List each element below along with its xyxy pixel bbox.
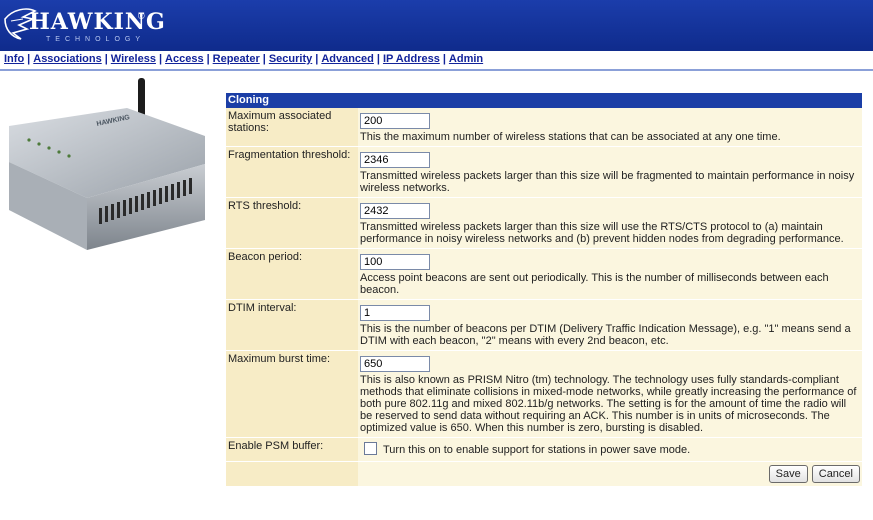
nav-separator: | (262, 53, 266, 65)
field-label: Enable PSM buffer: (226, 437, 358, 462)
field-row: Maximum burst time: This is also known a… (226, 350, 862, 438)
field-row: Fragmentation threshold: Transmitted wir… (226, 146, 862, 198)
nav-separator: | (206, 53, 210, 65)
settings-table: Maximum associated stations: This the ma… (226, 108, 862, 486)
nav-repeater[interactable]: Repeater (213, 53, 260, 65)
nav-advanced[interactable]: Advanced (321, 53, 374, 65)
nav-admin[interactable]: Admin (449, 53, 483, 65)
field-label: Beacon period: (226, 248, 358, 300)
router-image: HAWKING (5, 78, 210, 253)
beacon-period-input[interactable] (360, 254, 430, 270)
header-banner: HAWKING ® TECHNOLOGY (0, 0, 873, 51)
button-row: Save Cancel (226, 461, 862, 486)
nav-separator: | (27, 53, 31, 65)
nav-wireless[interactable]: Wireless (111, 53, 156, 65)
save-button[interactable]: Save (768, 465, 808, 483)
psm-buffer-checkbox[interactable] (364, 442, 377, 455)
field-row: DTIM interval: This is the number of bea… (226, 299, 862, 351)
field-description: Transmitted wireless packets larger than… (360, 221, 844, 245)
nav-associations[interactable]: Associations (33, 53, 101, 65)
top-nav: Info | Associations | Wireless | Access | Repeat… (0, 51, 873, 71)
nav-ip-address[interactable]: IP Address (383, 53, 440, 65)
field-description: This is the number of beacons per DTIM (… (360, 323, 851, 347)
field-row: Beacon period: Access point beacons are … (226, 248, 862, 300)
nav-separator: | (315, 53, 319, 65)
field-label: DTIM interval: (226, 299, 358, 351)
registered-mark: ® (138, 11, 145, 21)
field-label: Maximum burst time: (226, 350, 358, 438)
nav-info[interactable]: Info (4, 53, 24, 65)
brand-subtitle: TECHNOLOGY (46, 36, 146, 43)
nav-separator: | (104, 53, 108, 65)
field-row: Maximum associated stations: This the ma… (226, 108, 862, 147)
hawking-logo: HAWKING ® TECHNOLOGY (3, 3, 166, 47)
section-title: Cloning (226, 93, 862, 108)
field-row: Enable PSM buffer: Turn this on to enabl… (226, 437, 862, 462)
cancel-button[interactable]: Cancel (811, 465, 860, 483)
max-stations-input[interactable] (360, 113, 430, 129)
brand-name: HAWKING (29, 9, 166, 35)
nav-security[interactable]: Security (269, 53, 312, 65)
rts-threshold-input[interactable] (360, 203, 430, 219)
field-description: Access point beacons are sent out period… (360, 272, 829, 296)
nav-separator: | (442, 53, 446, 65)
psm-checkbox-label: Turn this on to enable support for stati… (383, 444, 691, 456)
field-description: This the maximum number of wireless stat… (360, 131, 781, 143)
field-description: Transmitted wireless packets larger than… (360, 170, 855, 194)
field-row: RTS threshold: Transmitted wireless pack… (226, 197, 862, 249)
dtim-interval-input[interactable] (360, 305, 430, 321)
field-description: This is also known as PRISM Nitro (tm) t… (360, 374, 857, 434)
nav-separator: | (376, 53, 380, 65)
max-burst-time-input[interactable] (360, 356, 430, 372)
settings-panel: Cloning Maximum associated stations: Thi… (226, 93, 862, 486)
field-label: Fragmentation threshold: (226, 146, 358, 198)
field-label: Maximum associated stations: (226, 108, 358, 147)
field-label: RTS threshold: (226, 197, 358, 249)
nav-access[interactable]: Access (165, 53, 204, 65)
fragmentation-threshold-input[interactable] (360, 152, 430, 168)
nav-separator: | (158, 53, 163, 65)
